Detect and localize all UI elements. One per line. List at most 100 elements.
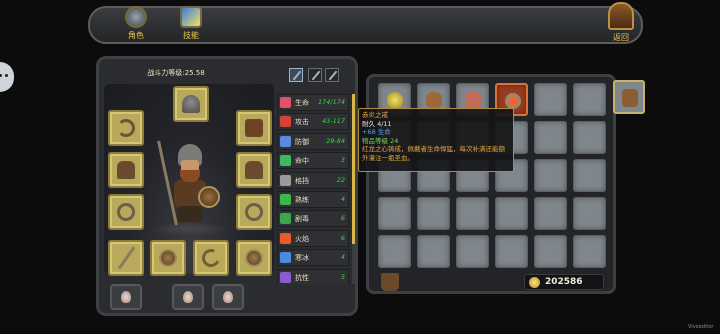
armor-icon <box>245 119 263 137</box>
stat-name: 格挡 <box>295 176 309 185</box>
inventory-slot[interactable] <box>534 197 567 230</box>
ring-icon <box>117 203 135 221</box>
inventory-slot[interactable] <box>573 83 606 116</box>
spellbook-icon <box>180 6 202 28</box>
equip-slot-glove-left[interactable] <box>108 152 144 188</box>
inventory-slot[interactable] <box>534 159 567 192</box>
fire-icon <box>280 232 291 244</box>
potion-slot-2[interactable] <box>172 284 204 310</box>
stats-scrollbar[interactable] <box>352 94 355 284</box>
tooltip-bonus: +68 生命 <box>362 128 391 136</box>
equip-slot-ring-right[interactable] <box>236 194 272 230</box>
stat-name: 抗性 <box>295 273 309 282</box>
stat-value: 6 <box>340 214 345 223</box>
inventory-slot[interactable] <box>378 235 411 268</box>
inventory-slot[interactable] <box>495 197 528 230</box>
potion-slot-3[interactable] <box>212 284 244 310</box>
stat-row: 抗性 5 <box>277 268 349 284</box>
stat-name: 寒冰 <box>295 254 309 263</box>
inventory-slot[interactable] <box>573 159 606 192</box>
tab-skills-label: 技能 <box>183 31 199 40</box>
tab-sword-stats-3[interactable] <box>325 68 339 82</box>
inventory-slot[interactable] <box>534 121 567 154</box>
stat-name: 剧毒 <box>295 215 309 224</box>
potion-quickbar <box>102 284 272 312</box>
helmet-icon <box>125 6 147 28</box>
clover-icon <box>280 193 291 205</box>
stat-name: 防御 <box>295 137 309 146</box>
stat-value: 174/174 <box>317 98 345 106</box>
potion-icon <box>223 291 233 303</box>
inventory-slot[interactable] <box>378 197 411 230</box>
inventory-slot[interactable] <box>456 197 489 230</box>
poison-icon <box>280 213 291 225</box>
stat-row: 命中 3 <box>277 152 349 170</box>
meat-icon <box>465 92 481 108</box>
potion-icon <box>183 291 193 303</box>
equip-slot-spear[interactable] <box>108 240 144 276</box>
stat-value: 43-117 <box>321 117 345 126</box>
shield-icon <box>280 135 291 147</box>
sword-icon <box>280 116 291 128</box>
combat-power-label: 战斗力等级:25.58 <box>147 69 205 77</box>
back-button-label: 返回 <box>613 33 629 42</box>
tab-sword-stats-2[interactable] <box>308 68 322 82</box>
potion-slot-1[interactable] <box>110 284 142 310</box>
equip-slot-ring-left[interactable] <box>108 194 144 230</box>
ice-icon <box>280 252 291 264</box>
inventory-slot[interactable] <box>495 235 528 268</box>
stat-row: 火焰 6 <box>277 229 349 247</box>
equip-slot-round-shield[interactable] <box>236 240 272 276</box>
bag-expand-button[interactable] <box>613 80 645 114</box>
inventory-slot[interactable] <box>534 235 567 268</box>
stat-row: 生命 174/174 <box>277 94 349 111</box>
back-button[interactable]: 返回 <box>604 2 638 46</box>
stat-value: 3 <box>340 156 345 165</box>
equip-slot-crossbow[interactable] <box>193 240 229 276</box>
stat-row: 寒冰 4 <box>277 249 349 267</box>
door-icon <box>608 2 634 30</box>
tooltip-description: 红龙之心铸成，佩戴者生命悍猛，每次补满还能额外灌注一瓶圣血。 <box>362 145 505 162</box>
stat-value: 4 <box>340 253 345 262</box>
stat-name: 攻击 <box>295 118 309 127</box>
item-tooltip: 赤炎之戒 耐久 4/11 +68 生命 物品等级 24 红龙之心铸成，佩戴者生命… <box>358 108 514 172</box>
tab-skills[interactable]: 技能 <box>171 6 211 41</box>
stat-value: 6 <box>340 233 345 242</box>
potion-icon <box>121 291 131 303</box>
inventory-slot[interactable] <box>573 121 606 154</box>
tooltip-item-level: 物品等级 24 <box>362 136 399 145</box>
floating-assist-button[interactable] <box>0 62 14 92</box>
equip-slot-helmet[interactable] <box>173 86 209 122</box>
trash-bin-icon[interactable] <box>381 273 399 291</box>
stat-value: 29-84 <box>326 136 345 145</box>
gold-amount: 202586 <box>545 277 583 287</box>
inventory-slot[interactable] <box>534 83 567 116</box>
inventory-panel <box>366 74 616 294</box>
equip-slot-whip[interactable] <box>108 110 144 146</box>
leather-bag-icon <box>426 92 442 108</box>
block-icon <box>280 174 291 186</box>
ring-icon <box>245 203 263 221</box>
equip-slot-shield[interactable] <box>150 240 186 276</box>
backpack-icon <box>622 89 638 107</box>
equip-slot-glove-right[interactable] <box>236 152 272 188</box>
inventory-slot[interactable] <box>417 235 450 268</box>
equip-slot-armor[interactable] <box>236 110 272 146</box>
inventory-slot[interactable] <box>573 197 606 230</box>
target-icon <box>280 155 291 167</box>
stat-row: 剧毒 6 <box>277 210 349 228</box>
whip-icon <box>117 119 135 137</box>
crossbow-icon <box>199 246 223 270</box>
ruby-ring-icon <box>505 93 521 109</box>
stat-name: 熟练 <box>295 195 309 204</box>
shield-icon <box>159 249 177 267</box>
resist-icon <box>280 271 291 283</box>
tab-character[interactable]: 角色 <box>116 6 156 41</box>
inventory-slot[interactable] <box>456 235 489 268</box>
stat-value: 4 <box>340 194 345 203</box>
tab-sword-stats[interactable] <box>289 68 303 82</box>
tab-character-label: 角色 <box>128 31 144 40</box>
inventory-slot[interactable] <box>573 235 606 268</box>
watermark: Vivoeditor <box>688 324 714 330</box>
inventory-slot[interactable] <box>417 197 450 230</box>
